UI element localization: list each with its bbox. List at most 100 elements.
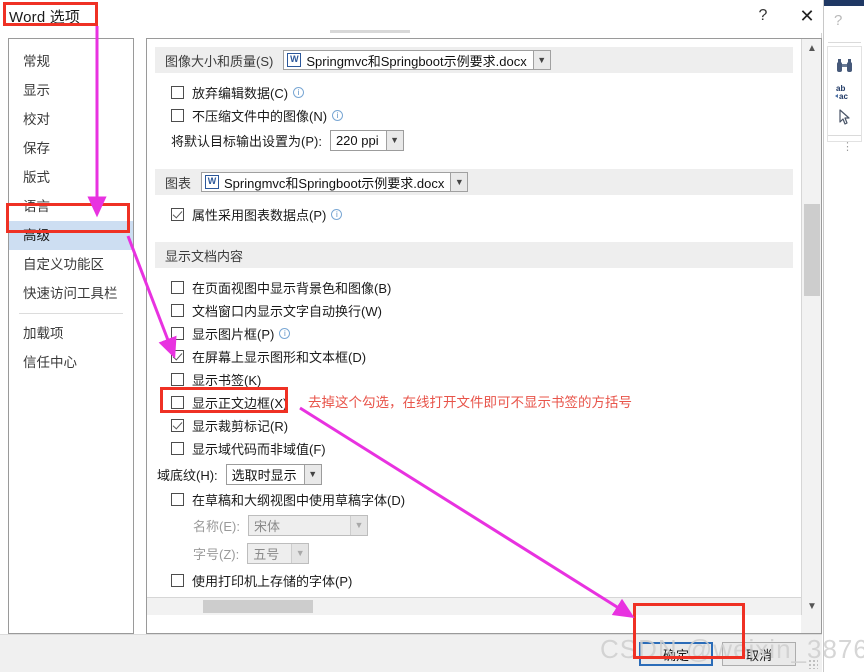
draft-font-size-select[interactable]: 五号 ▼ <box>247 542 310 564</box>
vertical-scrollbar[interactable]: ▲ ▼ <box>801 39 821 615</box>
info-icon[interactable]: i <box>293 87 305 98</box>
info-icon[interactable]: i <box>279 328 291 339</box>
svg-text:ac: ac <box>839 92 848 100</box>
draft-font-size-row: 字号(Z): 五号 ▼ <box>193 539 801 567</box>
chevron-down-icon[interactable]: ▼ <box>303 464 321 484</box>
show-text-wrap-checkbox[interactable] <box>171 304 184 317</box>
field-shading-label: 域底纹(H): <box>157 467 218 483</box>
show-text-wrap-row[interactable]: 文档窗口内显示文字自动换行(W) <box>171 299 801 322</box>
rail-overflow-icon[interactable]: ⋮ <box>842 140 854 153</box>
show-drawings-textboxes-row[interactable]: 在屏幕上显示图形和文本框(D) <box>171 345 801 368</box>
default-resolution-value: 220 ppi <box>335 132 379 148</box>
sidebar-item-addins[interactable]: 加载项 <box>9 319 133 348</box>
use-printer-fonts-checkbox[interactable] <box>171 574 184 587</box>
sidebar-item-advanced[interactable]: 高级 <box>9 221 133 250</box>
show-field-codes-checkbox[interactable] <box>171 442 184 455</box>
show-field-codes-row[interactable]: 显示域代码而非域值(F) <box>171 437 801 460</box>
sidebar-item-display[interactable]: 显示 <box>9 76 133 105</box>
info-icon[interactable]: i <box>331 209 343 220</box>
sidebar-item-layout[interactable]: 版式 <box>9 163 133 192</box>
draft-font-name-select[interactable]: 宋体 ▼ <box>247 514 368 536</box>
sidebar-item-save[interactable]: 保存 <box>9 134 133 163</box>
horizontal-scrollbar[interactable] <box>147 597 801 615</box>
discard-editing-data-row[interactable]: 放弃编辑数据(C) i <box>171 81 801 104</box>
help-icon[interactable]: ? <box>748 3 778 29</box>
word-options-dialog: Word 选项 ? ✕ 常规 显示 校对 保存 版式 语言 高级 自定义功能区 … <box>0 0 822 672</box>
show-document-content-header: 显示文档内容 <box>155 242 793 268</box>
show-drawings-textboxes-label: 在屏幕上显示图形和文本框(D) <box>192 350 367 365</box>
advanced-options-scroll-area: 图像大小和质量(S) Springmvc和Springboot示例要求.docx… <box>147 39 801 615</box>
chart-scope-document-combo[interactable]: Springmvc和Springboot示例要求.docx ▼ <box>201 172 469 192</box>
discard-editing-data-checkbox[interactable] <box>171 86 184 99</box>
show-text-wrap-label: 文档窗口内显示文字自动换行(W) <box>192 304 382 319</box>
do-not-compress-images-checkbox[interactable] <box>171 109 184 122</box>
field-shading-row: 域底纹(H): 选取时显示 ▼ <box>157 460 801 488</box>
sidebar-item-general[interactable]: 常规 <box>9 47 133 76</box>
find-binoculars-icon[interactable] <box>824 52 864 78</box>
show-crop-marks-row[interactable]: 显示裁剪标记(R) <box>171 414 801 437</box>
vertical-scrollbar-thumb[interactable] <box>804 204 820 296</box>
replace-abc-icon[interactable]: ab ac <box>824 78 864 104</box>
show-drawings-textboxes-checkbox[interactable] <box>171 350 184 363</box>
chevron-down-icon[interactable]: ▼ <box>532 51 550 69</box>
chart-data-point-properties-label: 属性采用图表数据点(P) <box>192 208 327 223</box>
select-cursor-icon[interactable] <box>824 104 864 130</box>
sidebar-item-quick-access-toolbar[interactable]: 快速访问工具栏 <box>9 279 133 308</box>
rail-divider-2 <box>828 135 861 136</box>
options-sidebar: 常规 显示 校对 保存 版式 语言 高级 自定义功能区 快速访问工具栏 加载项 … <box>8 38 134 634</box>
draft-font-size-label: 字号(Z): <box>193 546 240 562</box>
sidebar-item-proofing[interactable]: 校对 <box>9 105 133 134</box>
rail-help-icon[interactable]: ? <box>834 12 842 29</box>
sidebar-item-customize-ribbon[interactable]: 自定义功能区 <box>9 250 133 279</box>
scroll-up-icon[interactable]: ▲ <box>802 39 821 57</box>
chart-data-point-properties-row[interactable]: 属性采用图表数据点(P) i <box>171 203 801 226</box>
show-text-boundaries-checkbox[interactable] <box>171 396 184 409</box>
scroll-down-icon[interactable]: ▼ <box>802 597 821 615</box>
show-picture-placeholders-row[interactable]: 显示图片框(P) i <box>171 322 801 345</box>
show-text-boundaries-label: 显示正文边框(X) <box>192 396 288 411</box>
horizontal-scrollbar-thumb[interactable] <box>203 600 313 613</box>
do-not-compress-images-label: 不压缩文件中的图像(N) <box>192 109 328 124</box>
chevron-down-icon[interactable]: ▼ <box>385 130 403 150</box>
chart-scope-document-name: Springmvc和Springboot示例要求.docx <box>224 175 445 191</box>
dialog-title-bar: Word 选项 ? ✕ <box>0 0 822 33</box>
watermark: CSDN @weixin_38767817 <box>600 634 864 664</box>
default-resolution-select[interactable]: 220 ppi ▼ <box>329 129 404 151</box>
do-not-compress-images-row[interactable]: 不压缩文件中的图像(N) i <box>171 104 801 127</box>
use-printer-fonts-row[interactable]: 使用打印机上存储的字体(P) <box>171 569 801 592</box>
show-document-content-title: 显示文档内容 <box>165 248 244 264</box>
image-size-quality-title: 图像大小和质量(S) <box>165 53 274 69</box>
options-content-panel: 图像大小和质量(S) Springmvc和Springboot示例要求.docx… <box>146 38 822 634</box>
show-bookmarks-checkbox[interactable] <box>171 373 184 386</box>
word-document-icon <box>287 52 302 67</box>
chevron-down-icon[interactable]: ▼ <box>450 173 468 191</box>
chart-group-header: 图表 Springmvc和Springboot示例要求.docx ▼ <box>155 169 793 195</box>
image-size-quality-header: 图像大小和质量(S) Springmvc和Springboot示例要求.docx… <box>155 47 793 73</box>
field-shading-select[interactable]: 选取时显示 ▼ <box>225 463 322 485</box>
show-picture-placeholders-checkbox[interactable] <box>171 327 184 340</box>
scrollbar-corner <box>801 615 821 633</box>
show-crop-marks-label: 显示裁剪标记(R) <box>192 419 289 434</box>
default-resolution-label: 将默认目标输出设置为(P): <box>171 133 322 149</box>
chart-data-point-properties-checkbox[interactable] <box>171 208 184 221</box>
annotation-note: 去掉这个勾选，在线打开文件即可不显示书签的方括号 <box>308 395 632 410</box>
info-icon[interactable]: i <box>332 110 344 121</box>
image-scope-document-combo[interactable]: Springmvc和Springboot示例要求.docx ▼ <box>283 50 551 70</box>
use-draft-font-row[interactable]: 在草稿和大纲视图中使用草稿字体(D) <box>171 488 801 511</box>
show-bookmarks-row[interactable]: 显示书签(K) <box>171 368 801 391</box>
close-icon[interactable]: ✕ <box>792 3 822 29</box>
chevron-down-icon[interactable]: ▼ <box>291 543 309 563</box>
show-background-colors-checkbox[interactable] <box>171 281 184 294</box>
show-picture-placeholders-label: 显示图片框(P) <box>192 327 275 342</box>
sidebar-item-trust-center[interactable]: 信任中心 <box>9 348 133 377</box>
use-draft-font-checkbox[interactable] <box>171 493 184 506</box>
use-draft-font-label: 在草稿和大纲视图中使用草稿字体(D) <box>192 493 406 508</box>
use-printer-fonts-label: 使用打印机上存储的字体(P) <box>192 574 353 589</box>
chevron-down-icon[interactable]: ▼ <box>349 515 367 535</box>
default-resolution-row: 将默认目标输出设置为(P): 220 ppi ▼ <box>171 127 801 153</box>
draft-font-name-row: 名称(E): 宋体 ▼ <box>193 511 801 539</box>
show-background-colors-row[interactable]: 在页面视图中显示背景色和图像(B) <box>171 276 801 299</box>
sidebar-item-language[interactable]: 语言 <box>9 192 133 221</box>
page-title: Word 选项 <box>9 9 81 26</box>
show-crop-marks-checkbox[interactable] <box>171 419 184 432</box>
